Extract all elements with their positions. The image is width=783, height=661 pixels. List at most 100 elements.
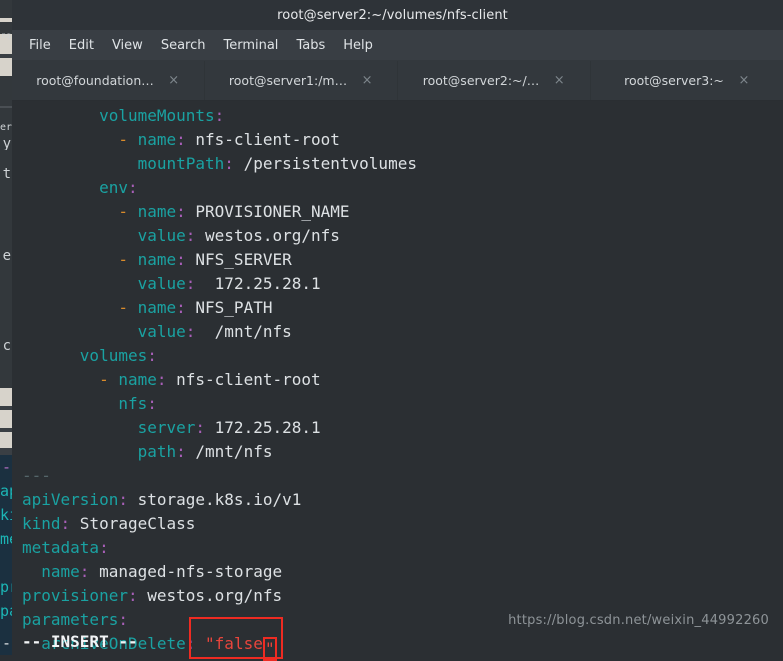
yaml-key: provisioner bbox=[22, 586, 128, 605]
tab-label: root@server3:~ bbox=[624, 73, 724, 88]
menu-item-terminal[interactable]: Terminal bbox=[214, 36, 287, 55]
yaml-key: nfs bbox=[118, 394, 148, 413]
yaml-colon: : bbox=[176, 202, 186, 221]
bg-strip bbox=[0, 410, 12, 428]
yaml-key: name bbox=[137, 298, 177, 317]
yaml-colon: : bbox=[99, 538, 109, 557]
bg-strip bbox=[0, 58, 12, 76]
menu-item-search[interactable]: Search bbox=[152, 36, 215, 55]
tab-label: root@foundation… bbox=[36, 73, 154, 88]
bg-text-fragment: pa bbox=[0, 602, 12, 620]
bg-text-fragment: ap bbox=[0, 482, 12, 500]
tab-server3[interactable]: root@server3:~ × bbox=[591, 61, 783, 100]
bg-text-fragment: e bbox=[2, 250, 11, 262]
window-title: root@server2:~/volumes/nfs-client bbox=[277, 7, 508, 23]
yaml-code-block: volumeMounts: - name: nfs-client-root mo… bbox=[12, 104, 783, 661]
bg-text-fragment: y bbox=[2, 138, 11, 150]
menu-bar: File Edit View Search Terminal Tabs Help bbox=[12, 30, 783, 61]
title-bar[interactable]: root@server2:~/volumes/nfs-client bbox=[12, 0, 783, 30]
menu-item-file[interactable]: File bbox=[20, 36, 60, 55]
code-line: metadata: bbox=[12, 536, 783, 560]
yaml-colon: : bbox=[195, 418, 206, 437]
yaml-key: server bbox=[137, 418, 196, 437]
tab-foundation[interactable]: root@foundation… × bbox=[12, 61, 205, 100]
code-line: apiVersion: storage.k8s.io/v1 bbox=[12, 488, 783, 512]
bg-strip bbox=[0, 0, 12, 18]
yaml-key: mountPath bbox=[137, 154, 225, 173]
yaml-key: value bbox=[137, 322, 186, 341]
tab-server1[interactable]: root@server1:/m… × bbox=[205, 61, 398, 100]
list-dash: - bbox=[99, 370, 119, 389]
yaml-colon: : bbox=[60, 514, 71, 533]
yaml-key: name bbox=[41, 562, 80, 581]
bg-strip bbox=[0, 432, 12, 448]
yaml-colon: : bbox=[127, 586, 138, 605]
vim-editor-area[interactable]: volumeMounts: - name: nfs-client-root mo… bbox=[12, 101, 783, 661]
yaml-colon: : bbox=[147, 394, 157, 413]
code-line: name: managed-nfs-storage bbox=[12, 560, 783, 584]
yaml-value: NFS_SERVER bbox=[185, 250, 292, 269]
yaml-colon: : bbox=[176, 442, 186, 461]
menu-item-help[interactable]: Help bbox=[334, 36, 382, 55]
yaml-value: /mnt/nfs bbox=[185, 442, 273, 461]
yaml-key: env bbox=[99, 178, 128, 197]
yaml-key: volumes bbox=[79, 346, 148, 365]
menu-item-view[interactable]: View bbox=[103, 36, 152, 55]
yaml-colon: : bbox=[176, 298, 186, 317]
yaml-key: apiVersion bbox=[22, 490, 119, 509]
background-window-sliver[interactable]: er y t e c ng - ap ki me pr pa - bbox=[0, 0, 12, 652]
yaml-document-separator: --- bbox=[22, 466, 51, 485]
tab-label: root@server1:/m… bbox=[228, 73, 348, 88]
yaml-colon: : bbox=[156, 370, 167, 389]
close-icon[interactable]: × bbox=[361, 74, 373, 87]
code-line: - name: nfs-client-root bbox=[12, 128, 783, 152]
yaml-value: NFS_PATH bbox=[185, 298, 273, 317]
list-dash: - bbox=[118, 202, 138, 221]
code-line: env: bbox=[12, 176, 783, 200]
menu-item-tabs[interactable]: Tabs bbox=[287, 36, 334, 55]
yaml-value: westos.org/nfs bbox=[195, 226, 340, 245]
yaml-key: parameters bbox=[22, 610, 119, 629]
close-icon[interactable]: × bbox=[168, 74, 180, 87]
bg-text-fragment: t bbox=[2, 168, 11, 180]
yaml-value: StorageClass bbox=[70, 514, 196, 533]
watermark-url: https://blog.csdn.net/weixin_44992260 bbox=[508, 613, 769, 628]
code-line: - name: nfs-client-root bbox=[12, 368, 783, 392]
bg-text-fragment: ki bbox=[0, 506, 12, 524]
code-line: volumes: bbox=[12, 344, 783, 368]
tab-server2[interactable]: root@server2:~/… × bbox=[398, 61, 591, 100]
yaml-value: 172.25.28.1 bbox=[205, 418, 321, 437]
bg-strip bbox=[0, 388, 12, 406]
list-dash: - bbox=[118, 250, 138, 269]
bg-text-fragment: ng bbox=[1, 31, 11, 40]
terminal-window: root@server2:~/volumes/nfs-client File E… bbox=[12, 0, 783, 661]
close-icon[interactable]: × bbox=[738, 74, 750, 87]
yaml-value: /mnt/nfs bbox=[195, 322, 292, 341]
yaml-key: name bbox=[137, 202, 177, 221]
yaml-colon: : bbox=[118, 490, 128, 509]
code-line: - name: PROVISIONER_NAME bbox=[12, 200, 783, 224]
list-dash: - bbox=[118, 130, 138, 149]
bg-text-fragment: er bbox=[0, 122, 12, 133]
close-icon[interactable]: × bbox=[553, 74, 565, 87]
code-line: volumeMounts: bbox=[12, 104, 783, 128]
yaml-colon: : bbox=[176, 250, 186, 269]
yaml-value: managed-nfs-storage bbox=[89, 562, 283, 581]
yaml-value: nfs-client-root bbox=[185, 130, 340, 149]
bg-text-fragment: c bbox=[2, 340, 11, 352]
yaml-colon: : bbox=[118, 610, 128, 629]
tab-bar: root@foundation… × root@server1:/m… × ro… bbox=[12, 61, 783, 101]
yaml-key: metadata bbox=[22, 538, 100, 557]
menu-item-edit[interactable]: Edit bbox=[60, 36, 103, 55]
bg-text-fragment: - bbox=[1, 458, 11, 476]
